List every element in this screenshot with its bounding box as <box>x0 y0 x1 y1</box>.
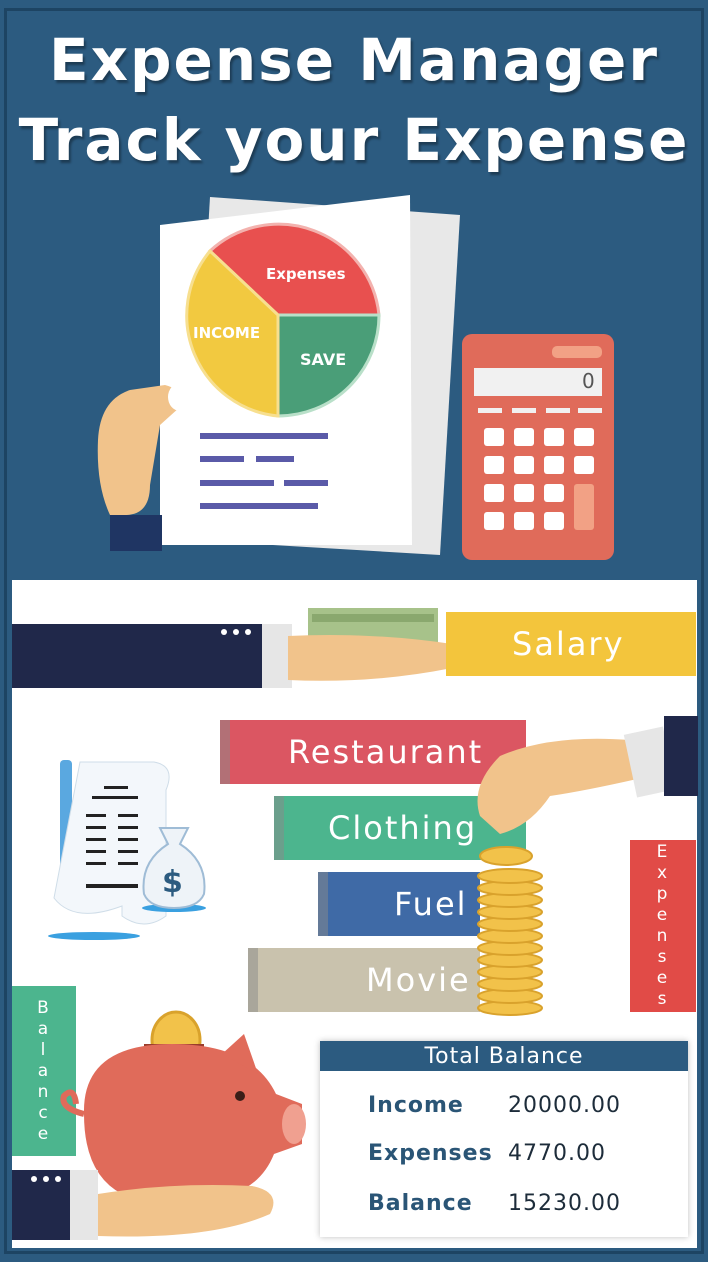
total-balance-card[interactable]: Total Balance Income 20000.00 Expenses 4… <box>320 1041 688 1237</box>
expenses-side-tag: E x p e n s e s <box>630 840 696 1012</box>
category-fuel[interactable]: Fuel <box>318 872 480 936</box>
category-fuel-label: Fuel <box>394 885 468 923</box>
report-illustration <box>97 195 460 555</box>
pie-label-income: INCOME <box>193 324 261 342</box>
money-bag-icon: $ <box>142 827 206 912</box>
balance-label: Balance <box>368 1191 473 1216</box>
income-label: Income <box>368 1093 464 1118</box>
pie-label-expenses: Expenses <box>266 265 346 283</box>
piggy-bank-icon <box>12 1010 306 1240</box>
expenses-label: Expenses <box>368 1141 493 1166</box>
page-subtitle: Track your Expense <box>18 106 690 174</box>
pie-chart-icon <box>185 222 381 418</box>
pie-label-save: SAVE <box>300 350 347 369</box>
coin-hand-icon <box>477 716 698 834</box>
income-value: 20000.00 <box>508 1093 621 1118</box>
salary-hand-icon <box>12 608 460 688</box>
total-balance-title: Total Balance <box>320 1041 688 1071</box>
svg-text:$: $ <box>162 865 183 900</box>
category-salary[interactable]: Salary <box>446 612 696 676</box>
category-movie-label: Movie <box>366 961 471 999</box>
calculator-icon <box>462 334 614 560</box>
balance-value: 15230.00 <box>508 1191 621 1216</box>
coin-stack-icon <box>477 846 543 1016</box>
page-title: Expense Manager <box>49 26 659 94</box>
category-clothing-label: Clothing <box>328 809 478 847</box>
category-salary-label: Salary <box>512 625 625 663</box>
category-restaurant-label: Restaurant <box>288 733 484 771</box>
expenses-value: 4770.00 <box>508 1141 606 1166</box>
calculator-display: 0 <box>582 369 595 393</box>
category-movie[interactable]: Movie <box>248 948 480 1012</box>
